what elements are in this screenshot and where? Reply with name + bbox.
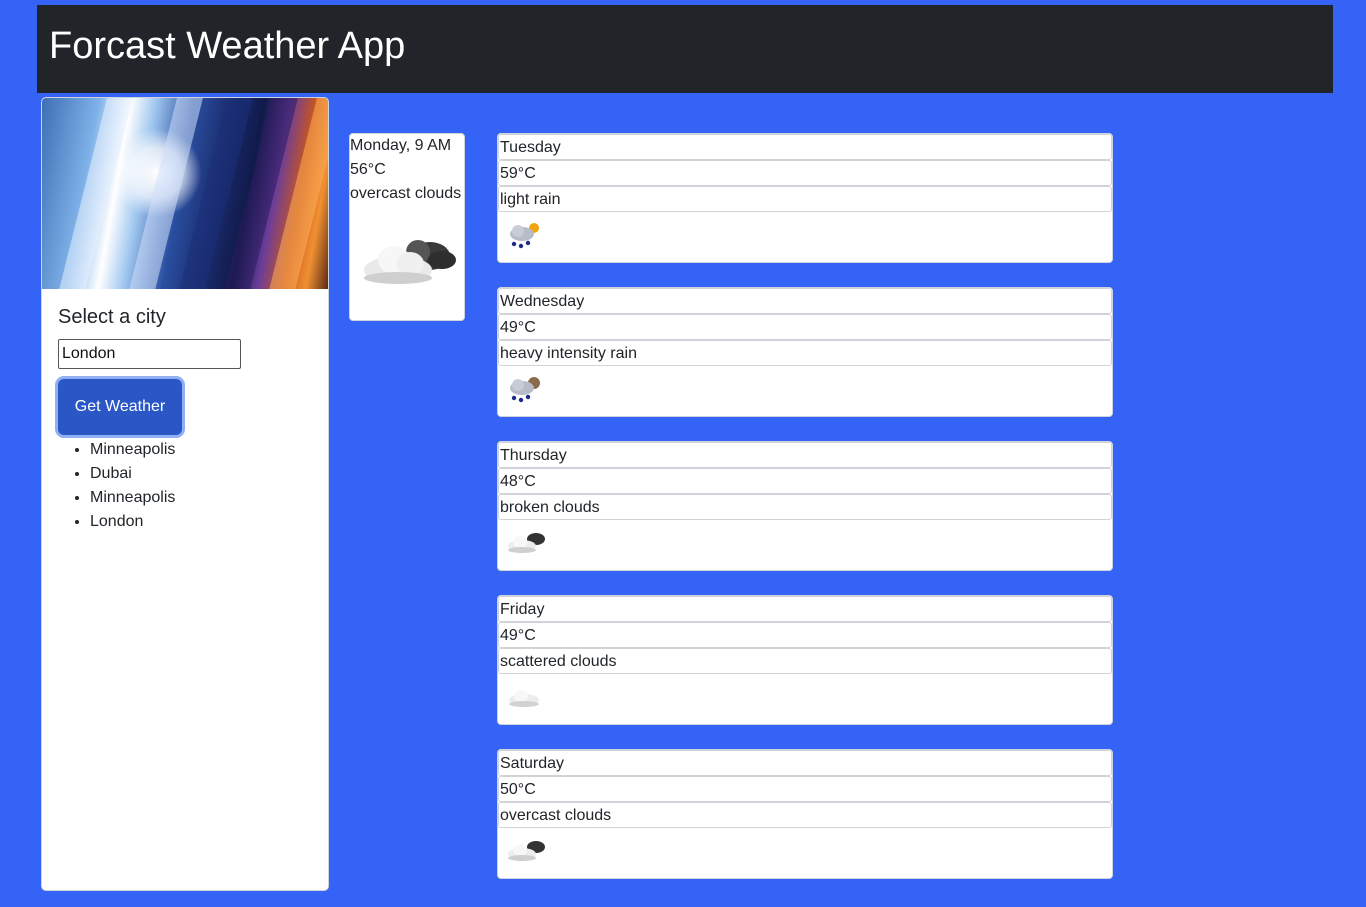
forecast-temp: 49°C [498,622,1112,648]
forecast-day: Saturday [498,750,1112,776]
forecast-description: broken clouds [498,494,1112,520]
forecast-card: Tuesday 59°C light rain [497,133,1113,263]
forecast-description: overcast clouds [498,802,1112,828]
weather-hero-image [42,98,328,289]
overcast-clouds-icon [364,240,456,284]
search-history-list: Minneapolis Dubai Minneapolis London [58,438,312,534]
overcast-clouds-icon [508,841,545,861]
forecast-card: Saturday 50°C overcast clouds [497,749,1113,879]
forecast-temp: 50°C [498,776,1112,802]
broken-clouds-icon [508,533,545,553]
forecast-card: Wednesday 49°C heavy intensity rain [497,287,1113,417]
forecast-day: Thursday [498,442,1112,468]
forecast-card: Thursday 48°C broken clouds [497,441,1113,571]
app-title: Forcast Weather App [49,25,406,67]
history-item[interactable]: Minneapolis [90,486,312,510]
city-select-card: Select a city Get Weather Minneapolis Du… [41,97,329,891]
forecast-day: Friday [498,596,1112,622]
scattered-clouds-icon [509,690,539,707]
current-datetime: Monday, 9 AM [350,137,452,154]
history-item[interactable]: Minneapolis [90,438,312,462]
history-item[interactable]: Dubai [90,462,312,486]
forecast-day: Wednesday [498,288,1112,314]
forecast-temp: 48°C [498,468,1112,494]
forecast-description: scattered clouds [498,648,1112,674]
city-input[interactable] [58,339,241,369]
forecast-description: heavy intensity rain [498,340,1112,366]
forecast-description: light rain [498,186,1112,212]
current-description: overcast clouds [350,185,462,202]
get-weather-button[interactable]: Get Weather [58,379,182,435]
current-weather-card: Monday, 9 AM 56°C overcast clouds [349,133,465,321]
history-item[interactable]: London [90,510,312,534]
forecast-temp: 59°C [498,160,1112,186]
forecast-card: Friday 49°C scattered clouds [497,595,1113,725]
heavy-rain-icon [510,377,540,403]
light-rain-icon [510,223,539,249]
select-city-heading: Select a city [58,306,166,328]
forecast-day: Tuesday [498,134,1112,160]
forecast-temp: 49°C [498,314,1112,340]
app-navbar: Forcast Weather App [37,5,1333,93]
current-temp: 56°C [350,161,386,178]
